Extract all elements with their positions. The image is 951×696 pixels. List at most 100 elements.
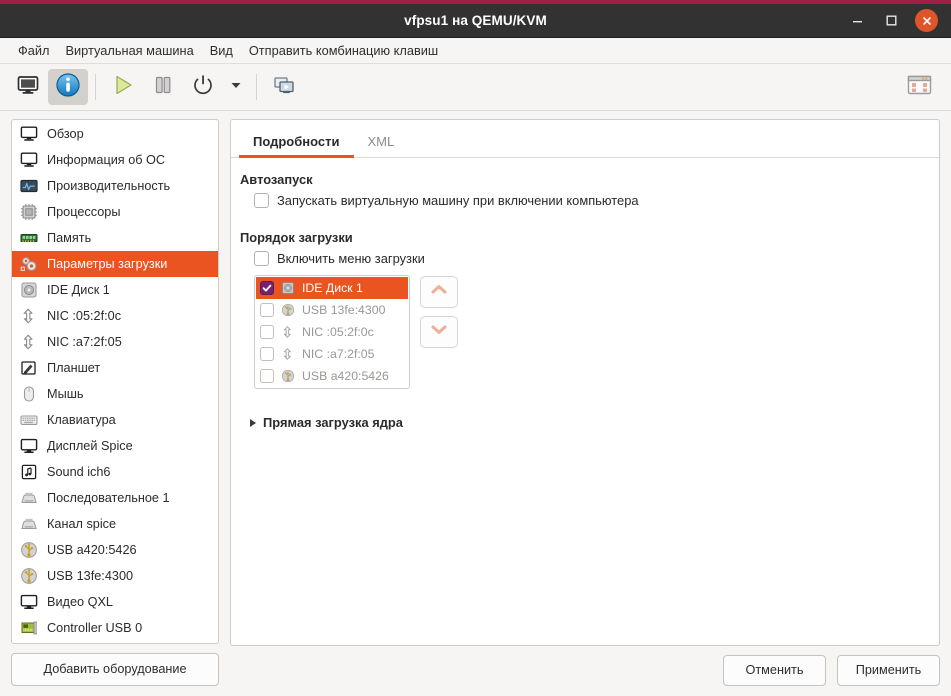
sidebar-item-sound-ich6[interactable]: Sound ich6 (12, 459, 218, 485)
sidebar-item-boot-options[interactable]: Параметры загрузки (12, 251, 218, 277)
tablet-icon (19, 358, 39, 378)
sidebar-item-tablet[interactable]: Планшет (12, 355, 218, 381)
menu-file[interactable]: Файл (10, 40, 57, 61)
enable-boot-menu-checkbox[interactable] (254, 251, 269, 266)
boot-device-row[interactable]: USB a420:5426 (256, 365, 408, 387)
controller-icon (19, 618, 39, 638)
boot-device-label: NIC :05:2f:0c (302, 325, 374, 339)
sidebar-item-label: Производительность (47, 179, 171, 193)
tab-details[interactable]: Подробности (239, 134, 354, 158)
details-panel: Подробности XML Автозапуск Запускать вир… (230, 119, 940, 696)
boot-device-checkbox[interactable] (260, 369, 274, 383)
sidebar-item-performance[interactable]: Производительность (12, 173, 218, 199)
sidebar-item-keyboard[interactable]: Клавиатура (12, 407, 218, 433)
autostart-checkbox-row[interactable]: Запускать виртуальную машину при включен… (240, 193, 925, 208)
chart-icon (19, 176, 39, 196)
sidebar-item-os-information[interactable]: Информация об ОС (12, 147, 218, 173)
cpu-icon (19, 202, 39, 222)
boot-device-checkbox[interactable] (260, 303, 274, 317)
shutdown-menu-button[interactable] (223, 69, 249, 105)
tab-xml[interactable]: XML (354, 134, 409, 157)
boot-device-checkbox[interactable] (260, 325, 274, 339)
boot-order-section-title: Порядок загрузки (240, 230, 353, 245)
monitor-icon (16, 73, 40, 102)
snapshots-button[interactable] (264, 69, 304, 105)
pause-icon (151, 73, 175, 102)
menu-view[interactable]: Вид (202, 40, 241, 61)
fullscreen-icon (907, 74, 932, 101)
maximize-button[interactable] (881, 11, 901, 31)
toolbar-separator-1 (95, 74, 96, 100)
usb-icon (19, 566, 39, 586)
network-icon (19, 306, 39, 326)
sidebar-item-nic-05-2f-0c[interactable]: NIC :05:2f:0c (12, 303, 218, 329)
tab-bar: Подробности XML (231, 120, 939, 158)
console-view-button[interactable] (8, 69, 48, 105)
sidebar-item-label: NIC :05:2f:0c (47, 309, 122, 323)
enable-boot-menu-row[interactable]: Включить меню загрузки (240, 251, 925, 266)
sidebar-item-controller-usb-0[interactable]: Controller USB 0 (12, 615, 218, 641)
boot-device-list[interactable]: IDE Диск 1 USB 13fe:4300 NIC:05:2f:0c N… (254, 275, 410, 389)
shutdown-button[interactable] (183, 69, 223, 105)
move-up-button[interactable] (420, 276, 458, 308)
direct-kernel-boot-expander[interactable]: Прямая загрузка ядра (240, 415, 925, 430)
sidebar-item-usb-13fe-4300[interactable]: USB 13fe:4300 (12, 563, 218, 589)
disk-icon (280, 280, 296, 296)
sidebar-item-label: Канал spice (47, 517, 117, 531)
run-button[interactable] (103, 69, 143, 105)
autostart-checkbox-label: Запускать виртуальную машину при включен… (277, 193, 639, 208)
hardware-list[interactable]: Обзор Информация об ОС Производительност… (11, 119, 219, 645)
mouse-icon (19, 384, 39, 404)
boot-device-row[interactable]: NIC :a7:2f:05 (256, 343, 408, 365)
autostart-section-title: Автозапуск (240, 172, 313, 187)
boot-device-row[interactable]: IDE Диск 1 (256, 277, 408, 299)
chevron-down-icon (430, 323, 448, 341)
sidebar-item-usb-a420-5426[interactable]: USB a420:5426 (12, 537, 218, 563)
network-icon (19, 332, 39, 352)
sidebar-item-nic-a7-2f-05[interactable]: NIC :a7:2f:05 (12, 329, 218, 355)
sidebar-item-memory[interactable]: Память (12, 225, 218, 251)
boot-options-content: Автозапуск Запускать виртуальную машину … (231, 158, 939, 645)
sidebar-item-spice-channel[interactable]: Канал spice (12, 511, 218, 537)
boot-device-checkbox[interactable] (260, 281, 274, 295)
hardware-sidebar-panel: Обзор Информация об ОС Производительност… (11, 119, 219, 696)
minimize-button[interactable] (847, 11, 867, 31)
sidebar-item-video-qxl[interactable]: Видео QXL (12, 589, 218, 615)
apply-button[interactable]: Применить (837, 655, 940, 686)
sidebar-item-label: Процессоры (47, 205, 121, 219)
boot-device-row[interactable]: USB 13fe:4300 (256, 299, 408, 321)
triangle-right-icon (250, 418, 256, 427)
sidebar-item-ide-disk-1[interactable]: IDE Диск 1 (12, 277, 218, 303)
toolbar-separator-2 (256, 74, 257, 100)
sidebar-item-overview[interactable]: Обзор (12, 121, 218, 147)
content-area: Обзор Информация об ОС Производительност… (0, 111, 951, 696)
sidebar-item-serial-1[interactable]: Последовательное 1 (12, 485, 218, 511)
boot-device-row[interactable]: NIC :05:2f:0c (256, 321, 408, 343)
boot-device-checkbox[interactable] (260, 347, 274, 361)
sidebar-item-processors[interactable]: Процессоры (12, 199, 218, 225)
monitor-icon (19, 150, 39, 170)
sidebar-item-mouse[interactable]: Мышь (12, 381, 218, 407)
boot-gears-icon (19, 254, 39, 274)
move-down-button[interactable] (420, 316, 458, 348)
sidebar-item-label: Память (47, 231, 92, 245)
boot-device-label: USB a420:5426 (302, 369, 389, 383)
sidebar-item-label: Параметры загрузки (47, 257, 168, 271)
monitor-icon (19, 124, 39, 144)
title-bar: vfpsu1 на QEMU/KVM (0, 4, 951, 38)
menu-virtual-machine[interactable]: Виртуальная машина (57, 40, 201, 61)
sidebar-item-display-spice[interactable]: Дисплей Spice (12, 433, 218, 459)
sidebar-item-label: USB a420:5426 (47, 543, 137, 557)
pause-button[interactable] (143, 69, 183, 105)
menu-send-key[interactable]: Отправить комбинацию клавиш (241, 40, 446, 61)
add-hardware-button[interactable]: Добавить оборудование (11, 653, 219, 686)
sidebar-item-label: Информация об ОС (47, 153, 166, 167)
autostart-checkbox[interactable] (254, 193, 269, 208)
cancel-button[interactable]: Отменить (723, 655, 826, 686)
power-icon (191, 73, 215, 102)
details-view-button[interactable] (48, 69, 88, 105)
fullscreen-button[interactable] (899, 69, 939, 105)
sidebar-item-label: Клавиатура (47, 413, 116, 427)
close-button[interactable] (915, 9, 938, 32)
sidebar-item-label: Последовательное 1 (47, 491, 170, 505)
